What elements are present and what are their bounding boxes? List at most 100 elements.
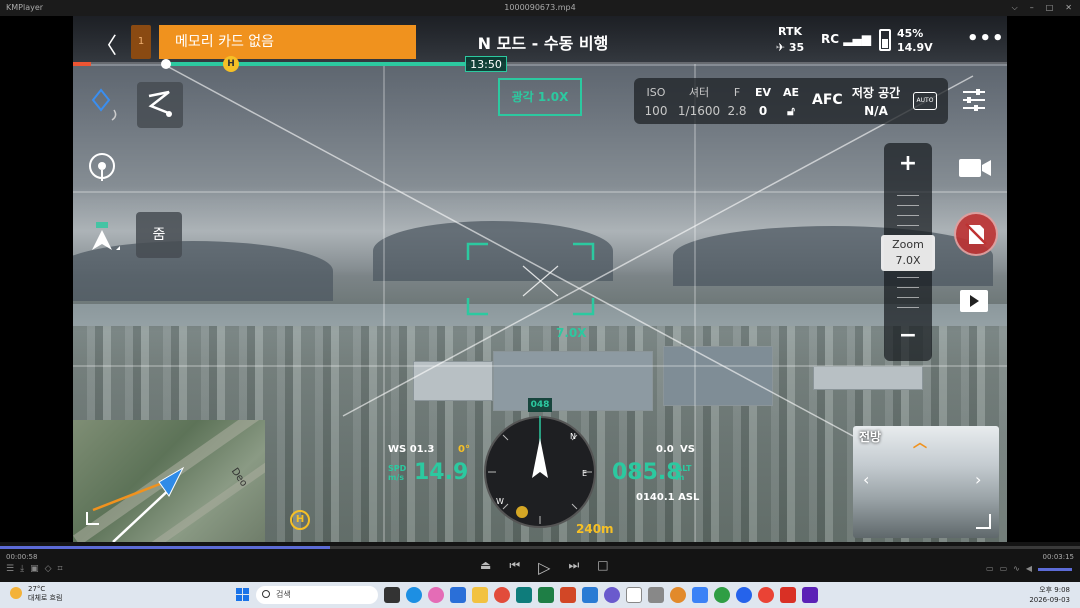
speed-label-top: SPD — [388, 464, 407, 473]
battery-status[interactable]: 45% 14.9V — [897, 27, 933, 55]
zoom-indicator[interactable]: Zoom 7.0X — [881, 235, 935, 271]
vertical-speed: 0.0 — [656, 444, 674, 455]
warning-index[interactable]: 1 — [131, 25, 151, 59]
file-explorer-icon[interactable] — [472, 587, 488, 603]
lens-label[interactable]: 광각 1.0X — [498, 78, 582, 116]
maximize-icon[interactable]: □ — [1046, 0, 1054, 16]
pin-icon[interactable]: ⌵ — [1012, 0, 1018, 16]
altitude-asl: 0140.1 ASL — [636, 492, 700, 503]
previous-icon[interactable]: ⏮ — [509, 558, 520, 577]
chrome-icon[interactable] — [758, 587, 774, 603]
volume-icon[interactable]: ◀︎ — [1026, 564, 1032, 573]
battery-icon — [879, 29, 891, 51]
subtitle-icon[interactable]: ▣ — [30, 564, 39, 574]
calendar-icon[interactable] — [582, 587, 598, 603]
playlist-icon[interactable]: ☰ — [6, 564, 14, 574]
edge-icon[interactable] — [406, 587, 422, 603]
pip-prev-icon[interactable]: ‹ — [863, 470, 869, 489]
stop-icon[interactable]: □ — [597, 558, 608, 577]
pip-title: 전방 — [859, 430, 882, 444]
ev-value: 0 — [758, 104, 768, 118]
time-total: 00:03:15 — [1042, 553, 1074, 561]
player-controls: 00:00:58 00:03:15 ☰ ⤓ ▣ ◇ ⌗ ⏏ ⏮ ▷ ⏭ □ ▭ … — [0, 542, 1080, 582]
ae-group: AE 🔓︎ — [780, 84, 802, 120]
pdf-icon[interactable] — [780, 587, 796, 603]
windows-start-icon[interactable] — [236, 588, 249, 601]
seek-fill — [0, 546, 330, 549]
vr-icon[interactable]: ▭ — [986, 564, 994, 573]
iso-value: 100 — [644, 104, 668, 118]
altitude: 085.8 — [612, 460, 682, 485]
zoom-in-button[interactable]: + — [884, 151, 932, 176]
zoom-button[interactable]: 줌 — [136, 212, 182, 258]
play-icon[interactable]: ▷ — [538, 558, 550, 577]
video-app-icon[interactable] — [802, 587, 818, 603]
app-icon[interactable] — [714, 587, 730, 603]
progress-warning-segment — [73, 62, 91, 66]
zoom-out-button[interactable]: − — [884, 323, 932, 348]
gimbal-target-icon[interactable] — [87, 151, 117, 183]
home-point-icon: H — [290, 510, 310, 530]
video-camera-icon[interactable] — [958, 157, 992, 179]
audio-icon[interactable]: ∿ — [1013, 564, 1020, 573]
minimize-icon[interactable]: – — [1030, 0, 1034, 16]
eject-icon[interactable]: ⏏ — [480, 558, 491, 577]
more-menu-icon[interactable]: ••• — [967, 28, 1005, 49]
back-icon[interactable]: 〈 — [95, 28, 117, 60]
app-icon[interactable] — [516, 587, 532, 603]
snip-icon[interactable] — [692, 587, 708, 603]
pip-expand-icon[interactable]: ︿ — [913, 432, 927, 452]
chrome-icon[interactable] — [494, 587, 510, 603]
ae-lock-icon[interactable]: 🔓︎ — [780, 102, 802, 120]
battery-voltage: 14.9V — [897, 41, 933, 54]
player-title-bar: KMPlayer 1000090673.mp4 ⌵ – □ ✕ — [0, 0, 1080, 16]
record-button[interactable] — [954, 212, 998, 256]
next-icon[interactable]: ⏭ — [568, 558, 579, 577]
warning-banner[interactable]: 메모리 카드 없음 — [159, 25, 416, 59]
player-left-tools: ☰ ⤓ ▣ ◇ ⌗ — [6, 564, 63, 574]
afc-mode[interactable]: AFC — [812, 92, 843, 108]
compass-n-icon: N — [570, 432, 576, 441]
powerpoint-icon[interactable] — [560, 587, 576, 603]
home-distance: 240m — [576, 522, 614, 536]
pip-next-icon[interactable]: › — [975, 470, 981, 489]
alt-label-unit: m — [676, 473, 685, 482]
flight-mode[interactable]: N 모드 - 수동 비행 — [453, 30, 633, 54]
document-icon[interactable] — [626, 587, 642, 603]
takeoff-arrow-icon[interactable] — [88, 220, 122, 256]
battery-percent: 45% — [897, 27, 924, 40]
app-icon[interactable] — [736, 587, 752, 603]
3d-icon[interactable]: ◇ — [45, 564, 52, 574]
capture-icon[interactable]: ⌗ — [58, 564, 63, 574]
settings-sliders-icon[interactable] — [960, 86, 988, 114]
mini-map[interactable]: Deo — [73, 420, 265, 542]
obstacle-avoidance-icon[interactable] — [90, 88, 120, 124]
excel-icon[interactable] — [538, 587, 554, 603]
app-icon[interactable] — [648, 587, 664, 603]
volume-slider[interactable] — [1038, 568, 1072, 571]
horizontal-speed: 14.9 — [414, 460, 469, 485]
close-icon[interactable]: ✕ — [1065, 0, 1072, 16]
search-app-icon[interactable] — [670, 587, 686, 603]
expand-corner-icon[interactable] — [974, 512, 992, 530]
progress-knob — [161, 59, 171, 69]
notes-icon[interactable] — [450, 587, 466, 603]
seek-bar[interactable] — [0, 546, 1080, 549]
weather-temp: 27°C — [28, 585, 46, 593]
eq-icon[interactable]: ▭ — [1000, 564, 1008, 573]
storage-group: 저장 공간 N/A — [846, 84, 906, 120]
rtk-status[interactable]: RTK ✈︎ 35 — [773, 24, 807, 56]
system-clock[interactable]: 오후 9:08 2026-09-03 — [1029, 585, 1070, 605]
flight-route-button[interactable] — [137, 82, 183, 128]
camera-settings-panel[interactable]: ISO 100 셔터 1/1600 F 2.8 EV 0 AE 🔓︎ AFC 저… — [634, 78, 948, 124]
taskbar-search[interactable]: 검색 — [256, 586, 378, 604]
rc-signal[interactable]: RC ▂▄▆ — [821, 32, 871, 46]
weather-widget[interactable]: 27°C 대체로 흐림 — [10, 585, 62, 603]
auto-badge[interactable]: AUTO — [913, 92, 937, 110]
task-view-icon[interactable] — [384, 587, 400, 603]
app-icon[interactable] — [604, 587, 620, 603]
open-icon[interactable]: ⤓ — [20, 564, 24, 574]
playback-icon[interactable] — [960, 290, 988, 312]
signal-bars-icon: ▂▄▆ — [843, 32, 871, 46]
copilot-icon[interactable] — [428, 587, 444, 603]
